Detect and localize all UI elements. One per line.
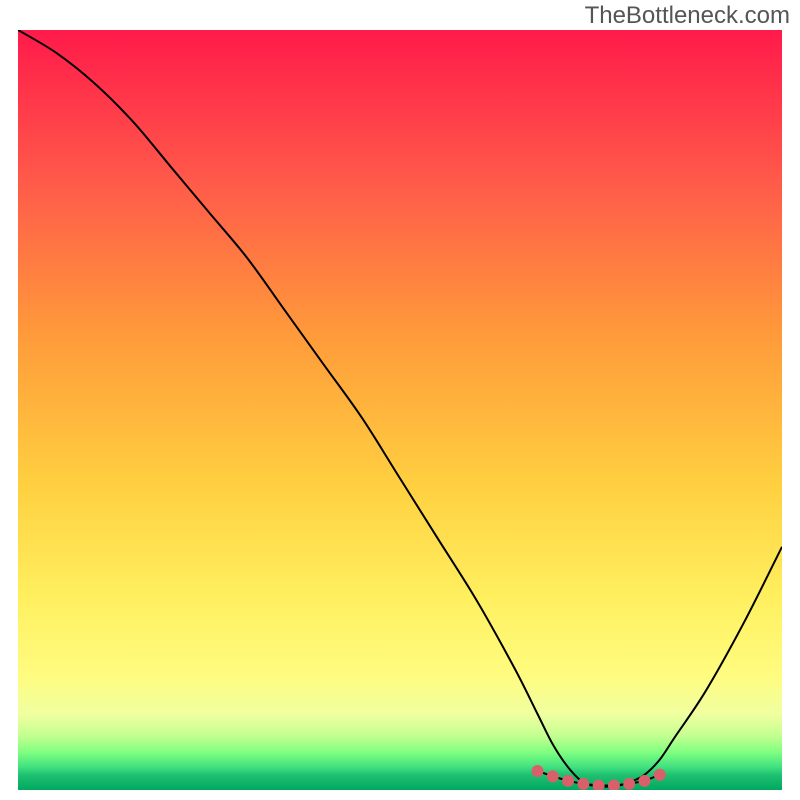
- bottleneck-curve: [18, 30, 782, 790]
- optimal-zone-marker: [623, 778, 635, 790]
- chart-gradient-background: [18, 30, 782, 790]
- optimal-zone-marker: [562, 775, 574, 787]
- optimal-zone-marker: [532, 765, 544, 777]
- optimal-zone-marker: [638, 775, 650, 787]
- optimal-zone-markers: [532, 765, 666, 790]
- optimal-zone-marker: [593, 779, 605, 790]
- optimal-zone-marker: [577, 778, 589, 790]
- optimal-zone-marker: [654, 769, 666, 781]
- optimal-zone-marker: [547, 770, 559, 782]
- optimal-zone-marker: [608, 779, 620, 790]
- watermark: TheBottleneck.com: [585, 2, 790, 30]
- curve-path: [18, 30, 782, 787]
